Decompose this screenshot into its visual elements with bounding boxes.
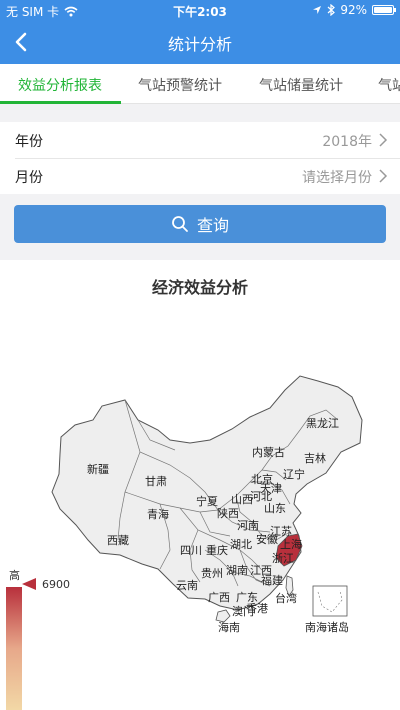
legend-color-bar[interactable] xyxy=(6,587,22,710)
battery-percent: 92% xyxy=(340,3,367,17)
location-arrow-icon xyxy=(313,6,322,14)
label-neimenggu: 内蒙古 xyxy=(252,446,285,459)
label-taiwan: 台湾 xyxy=(275,592,297,605)
legend-max-value: 6900 xyxy=(42,578,70,591)
chevron-right-icon xyxy=(379,133,388,147)
china-map xyxy=(51,375,363,623)
benefit-chart: 经济效益分析 黑龙江 吉林 内蒙古 辽宁 北京 天津 河北 新疆 甘肃 宁夏 山… xyxy=(0,260,400,710)
label-hunan: 湖南 xyxy=(226,564,248,577)
label-hainan: 海南 xyxy=(218,621,240,634)
label-ningxia: 宁夏 xyxy=(196,495,218,508)
label-zhejiang: 浙江 xyxy=(272,552,294,565)
nav-bar: 统计分析 xyxy=(0,20,400,64)
status-bar: 无 SIM 卡 下午2:03 92% xyxy=(0,0,400,20)
label-chongqing: 重庆 xyxy=(206,544,228,557)
legend-high-label: 高 xyxy=(9,569,20,582)
label-sichuan: 四川 xyxy=(180,544,202,557)
month-selector[interactable]: 月份 请选择月份 xyxy=(0,158,400,194)
label-shandong: 山东 xyxy=(264,502,286,515)
tab-bar: 效益分析报表 气站预警统计 气站储量统计 气站 xyxy=(0,64,400,104)
chevron-right-icon xyxy=(379,169,388,183)
label-gansu: 甘肃 xyxy=(145,475,167,488)
query-button[interactable]: 查询 xyxy=(14,205,386,243)
year-selector[interactable]: 年份 2018年 xyxy=(0,122,400,159)
label-jilin: 吉林 xyxy=(304,452,326,465)
tab-station-storage[interactable]: 气站储量统计 xyxy=(259,75,343,95)
active-tab-indicator xyxy=(0,101,121,104)
label-anhui: 安徽 xyxy=(256,533,278,546)
month-placeholder: 请选择月份 xyxy=(302,170,372,186)
label-qinghai: 青海 xyxy=(147,508,169,521)
label-yunnan: 云南 xyxy=(176,579,198,592)
filter-form: 年份 2018年 月份 请选择月份 xyxy=(0,122,400,194)
label-xinjiang: 新疆 xyxy=(87,463,109,476)
label-heilongjiang: 黑龙江 xyxy=(306,417,339,430)
label-liaoning: 辽宁 xyxy=(283,468,305,481)
south-china-sea-inset xyxy=(312,585,348,617)
tab-station-warning[interactable]: 气站预警统计 xyxy=(138,75,222,95)
search-icon xyxy=(172,216,188,232)
year-label: 年份 xyxy=(15,134,43,150)
label-shaanxi: 陕西 xyxy=(217,507,239,520)
battery-icon xyxy=(372,5,396,15)
query-button-label: 查询 xyxy=(196,216,229,235)
year-value: 2018年 xyxy=(322,134,372,150)
status-right: 92% xyxy=(312,3,396,17)
tab-benefit-report[interactable]: 效益分析报表 xyxy=(18,75,102,95)
label-hongkong: 香港 xyxy=(246,602,268,615)
label-guangxi: 广西 xyxy=(208,591,230,604)
legend-pointer xyxy=(22,578,36,590)
label-xizang: 西藏 xyxy=(107,534,129,547)
bluetooth-icon xyxy=(327,4,336,16)
tab-station-more[interactable]: 气站 xyxy=(378,75,400,95)
label-fujian: 福建 xyxy=(261,574,283,587)
month-label: 月份 xyxy=(15,170,43,186)
label-south-china-sea: 南海诸岛 xyxy=(305,621,349,634)
label-guizhou: 贵州 xyxy=(201,567,223,580)
label-hubei: 湖北 xyxy=(230,538,252,551)
page-title: 统计分析 xyxy=(167,35,232,54)
